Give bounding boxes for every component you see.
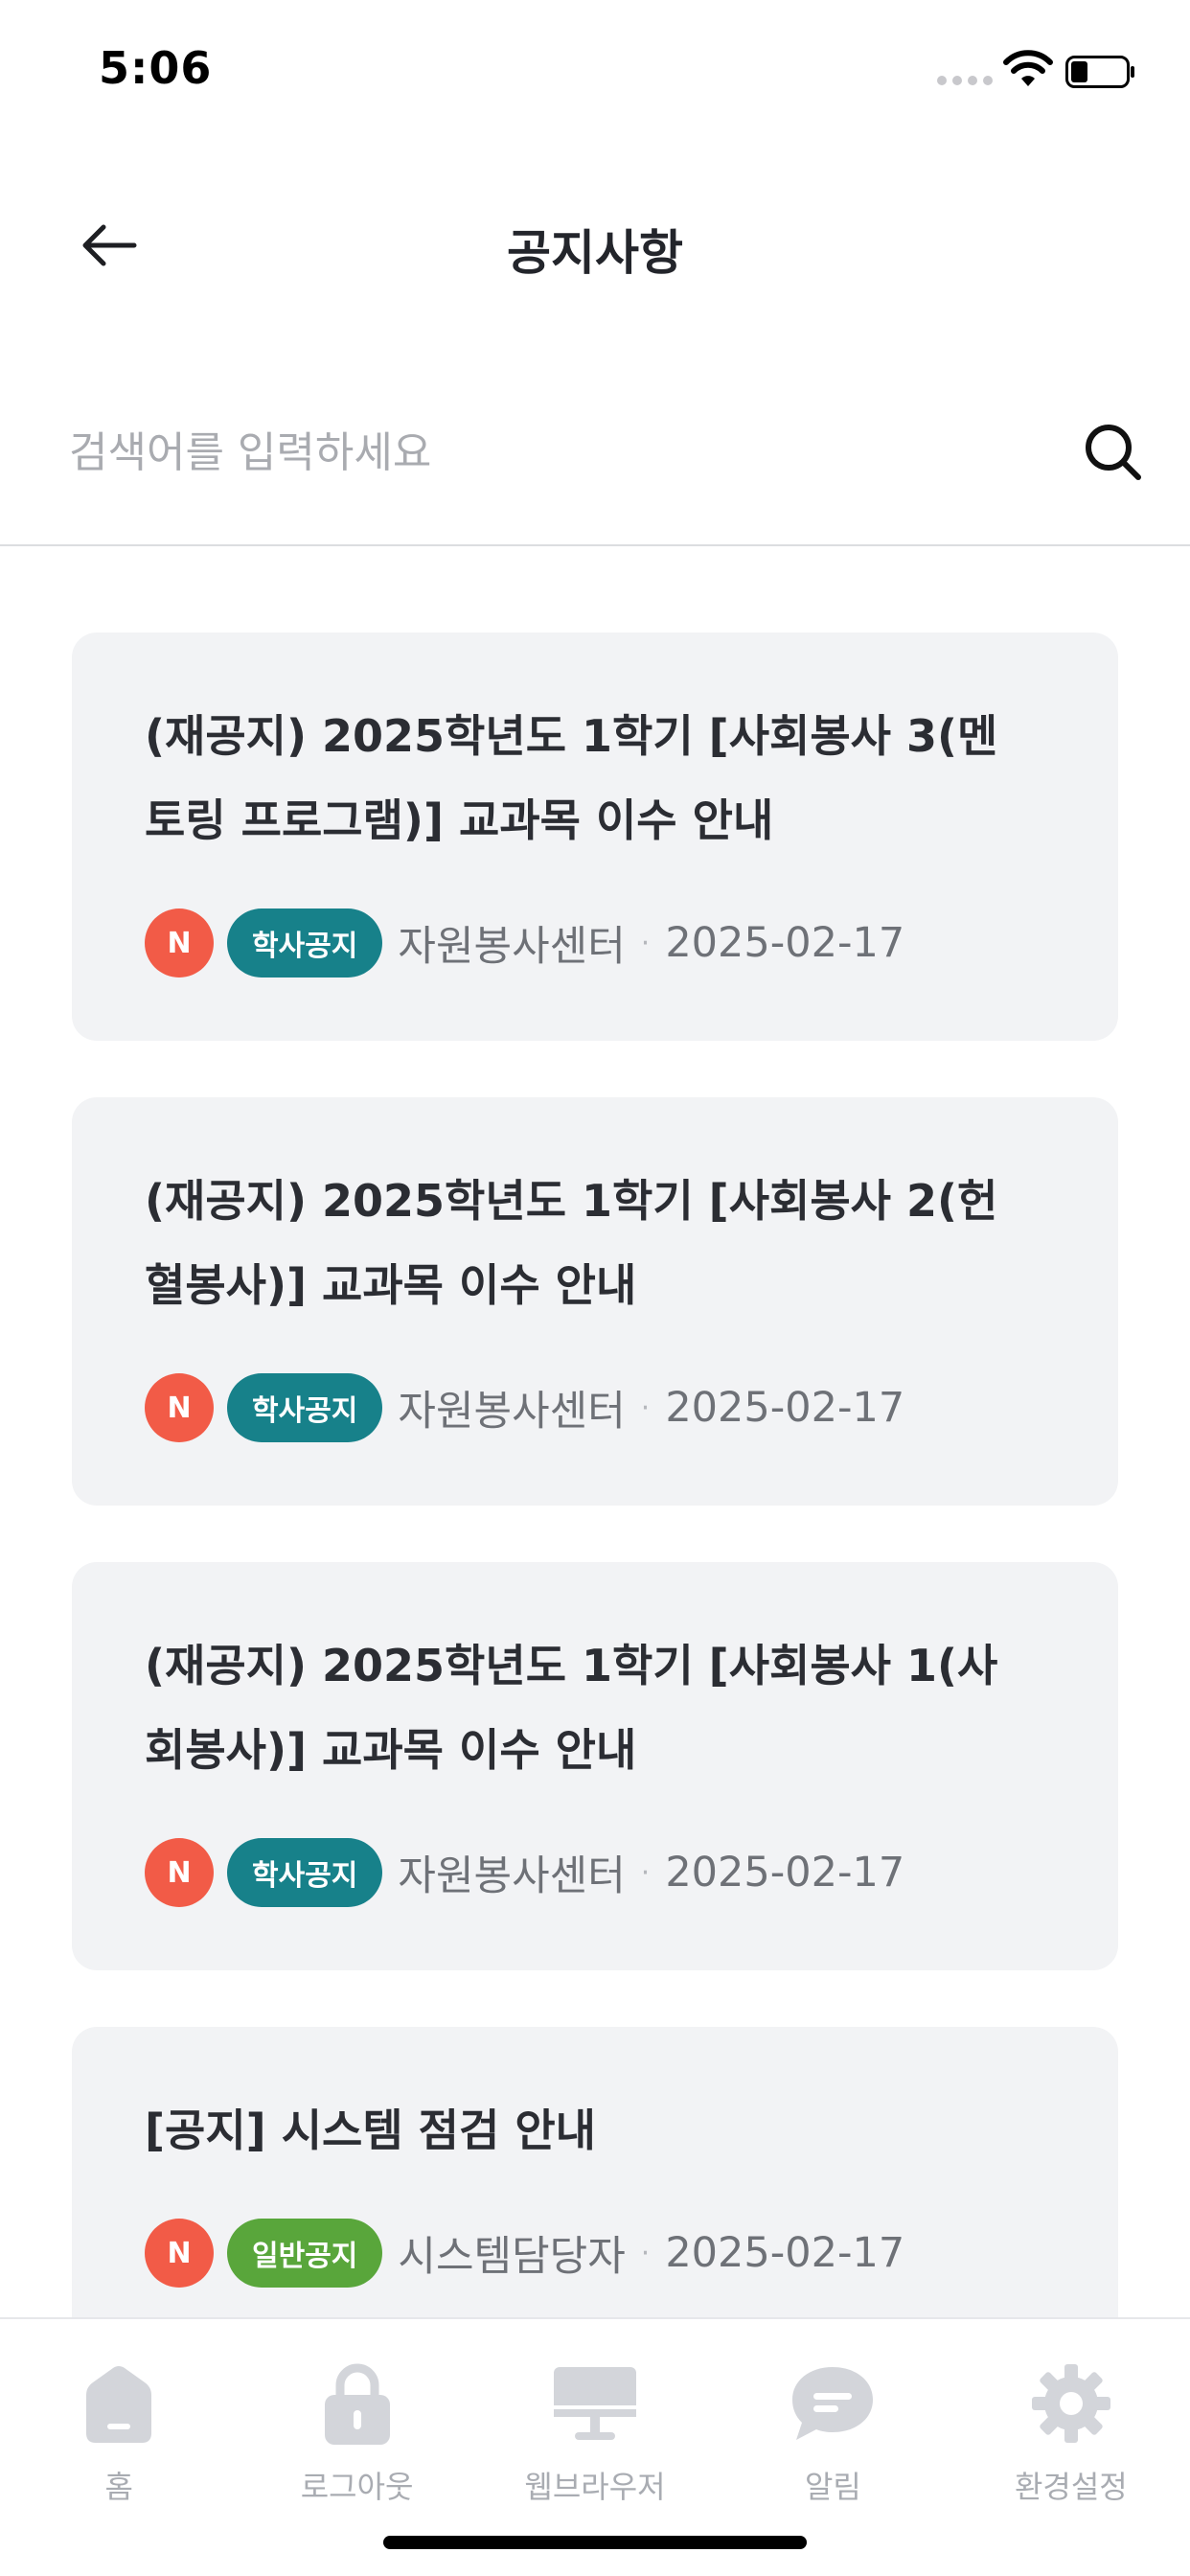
bottom-tab-bar: 홈 로그아웃 웹브라우저 알림 환경설정 bbox=[0, 2317, 1190, 2518]
monitor-icon bbox=[549, 2358, 641, 2450]
lock-icon bbox=[311, 2358, 403, 2450]
tab-notifications[interactable]: 알림 bbox=[714, 2319, 951, 2518]
notice-screen: 5:06 공지사항 검색어를 입력하세요 (재공지) 2025학년도 1학기 [… bbox=[0, 0, 1190, 2576]
gear-icon bbox=[1025, 2358, 1117, 2450]
notice-title: (재공지) 2025학년도 1학기 [사회봉사 2(헌 혈봉사)] 교과목 이수… bbox=[145, 1159, 1061, 1327]
notice-title-line: (재공지) 2025학년도 1학기 [사회봉사 3(멘 bbox=[145, 710, 998, 762]
tab-settings[interactable]: 환경설정 bbox=[952, 2319, 1190, 2518]
meta-separator: · bbox=[640, 926, 651, 960]
notice-card[interactable]: (재공지) 2025학년도 1학기 [사회봉사 2(헌 혈봉사)] 교과목 이수… bbox=[72, 1097, 1118, 1506]
category-badge: 학사공지 bbox=[227, 1838, 383, 1907]
new-badge: N bbox=[145, 908, 214, 978]
category-badge: 학사공지 bbox=[227, 1373, 383, 1442]
tab-logout[interactable]: 로그아웃 bbox=[238, 2319, 475, 2518]
notice-title-line: 회봉사)] 교과목 이수 안내 bbox=[145, 1724, 637, 1776]
new-badge: N bbox=[145, 1838, 214, 1907]
home-icon bbox=[73, 2358, 165, 2450]
status-bar: 5:06 bbox=[0, 0, 1190, 144]
notice-date: 2025-02-17 bbox=[665, 919, 905, 967]
home-indicator bbox=[383, 2536, 807, 2549]
battery-icon bbox=[1065, 56, 1134, 88]
notice-author: 자원봉사센터 bbox=[398, 1388, 626, 1436]
tab-home[interactable]: 홈 bbox=[0, 2319, 238, 2518]
page-title: 공지사항 bbox=[507, 225, 683, 281]
notice-author: 시스템담당자 bbox=[398, 2233, 626, 2281]
meta-separator: · bbox=[640, 2236, 651, 2270]
app-header: 공지사항 bbox=[0, 144, 1190, 355]
notice-date: 2025-02-17 bbox=[665, 1384, 905, 1432]
tab-label: 웹브라우저 bbox=[524, 2469, 666, 2505]
search-button[interactable] bbox=[1075, 414, 1152, 491]
meta-separator: · bbox=[640, 1855, 651, 1890]
cellular-signal-icon bbox=[937, 76, 993, 85]
notice-date: 2025-02-17 bbox=[665, 1849, 905, 1897]
meta-separator: · bbox=[640, 1391, 651, 1425]
notice-author: 자원봉사센터 bbox=[398, 1852, 626, 1900]
notice-title-line: 토링 프로그램)] 교과목 이수 안내 bbox=[145, 794, 774, 846]
search-input[interactable] bbox=[69, 414, 1027, 491]
notice-date: 2025-02-17 bbox=[665, 2229, 905, 2277]
notice-list: (재공지) 2025학년도 1학기 [사회봉사 3(멘 토링 프로그램)] 교과… bbox=[0, 548, 1190, 2317]
tab-label: 알림 bbox=[804, 2469, 861, 2505]
status-time: 5:06 bbox=[99, 42, 213, 94]
tab-label: 로그아웃 bbox=[300, 2469, 414, 2505]
category-badge: 일반공지 bbox=[227, 2219, 383, 2288]
notice-meta: N 학사공지 자원봉사센터 · 2025-02-17 bbox=[145, 1373, 904, 1442]
tab-web-browser[interactable]: 웹브라우저 bbox=[476, 2319, 714, 2518]
category-badge: 학사공지 bbox=[227, 908, 383, 978]
notice-title-line: [공지] 시스템 점검 안내 bbox=[145, 2104, 596, 2156]
new-badge: N bbox=[145, 2219, 214, 2288]
search-icon bbox=[1086, 425, 1141, 480]
notice-author: 자원봉사센터 bbox=[398, 923, 626, 971]
notice-title: (재공지) 2025학년도 1학기 [사회봉사 3(멘 토링 프로그램)] 교과… bbox=[145, 694, 1061, 862]
wifi-icon bbox=[1003, 50, 1053, 86]
notice-title: [공지] 시스템 점검 안내 bbox=[145, 2088, 1061, 2173]
notice-card[interactable]: (재공지) 2025학년도 1학기 [사회봉사 3(멘 토링 프로그램)] 교과… bbox=[72, 632, 1118, 1041]
notice-meta: N 일반공지 시스템담당자 · 2025-02-17 bbox=[145, 2219, 904, 2288]
search-bar bbox=[0, 364, 1190, 546]
notice-title-line: 혈봉사)] 교과목 이수 안내 bbox=[145, 1259, 637, 1311]
chat-bubble-icon bbox=[787, 2358, 879, 2450]
tab-label: 홈 bbox=[104, 2469, 133, 2505]
notice-meta: N 학사공지 자원봉사센터 · 2025-02-17 bbox=[145, 1838, 904, 1907]
notice-title-line: (재공지) 2025학년도 1학기 [사회봉사 2(헌 bbox=[145, 1175, 998, 1227]
notice-card[interactable]: (재공지) 2025학년도 1학기 [사회봉사 1(사 회봉사)] 교과목 이수… bbox=[72, 1562, 1118, 1970]
notice-title: (재공지) 2025학년도 1학기 [사회봉사 1(사 회봉사)] 교과목 이수… bbox=[145, 1623, 1061, 1792]
new-badge: N bbox=[145, 1373, 214, 1442]
notice-title-line: (재공지) 2025학년도 1학기 [사회봉사 1(사 bbox=[145, 1640, 998, 1691]
notice-meta: N 학사공지 자원봉사센터 · 2025-02-17 bbox=[145, 908, 904, 978]
notice-card[interactable]: [공지] 시스템 점검 안내 N 일반공지 시스템담당자 · 2025-02-1… bbox=[72, 2027, 1118, 2317]
tab-label: 환경설정 bbox=[1014, 2469, 1128, 2505]
